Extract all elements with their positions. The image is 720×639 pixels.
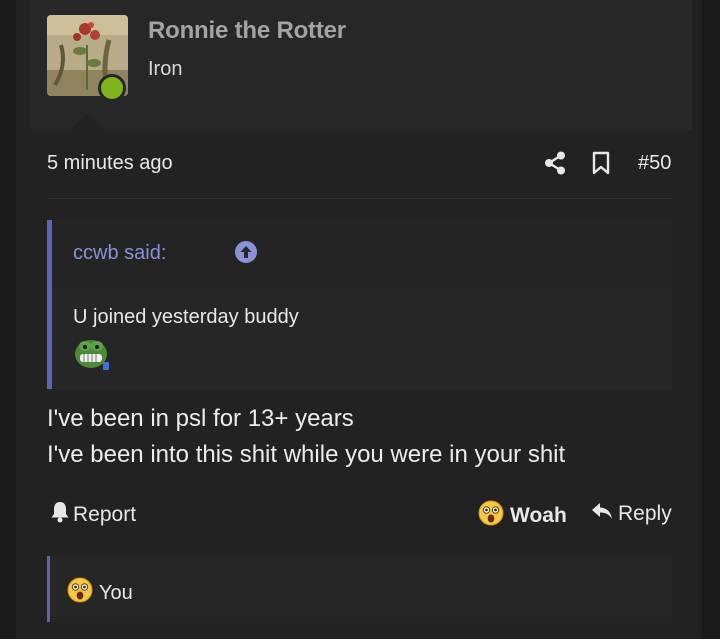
- bell-icon: [50, 501, 70, 529]
- online-status-dot: [98, 74, 126, 102]
- reactions-summary: You: [67, 577, 133, 609]
- divider: [47, 198, 672, 199]
- report-button[interactable]: Report: [50, 501, 136, 529]
- username[interactable]: Ronnie the Rotter: [148, 17, 346, 45]
- wow-emoji-icon: [478, 500, 504, 532]
- jump-to-quote-icon[interactable]: [235, 241, 257, 268]
- reactions-summary-label[interactable]: You: [99, 582, 133, 605]
- quote-author[interactable]: ccwb said:: [73, 242, 166, 265]
- header-arrow: [70, 114, 104, 131]
- reaction-label: Woah: [510, 504, 567, 527]
- quote-block: ccwb said: U joined yesterday buddy: [47, 220, 672, 389]
- reply-icon: [591, 501, 613, 527]
- reply-button[interactable]: Reply: [591, 501, 672, 527]
- pepe-emoji-icon: [73, 336, 109, 375]
- quote-text: U joined yesterday buddy: [73, 306, 299, 328]
- page: Ronnie the Rotter Iron 5 minutes ago #50…: [0, 0, 720, 639]
- reactions-summary-bar[interactable]: You: [47, 556, 672, 622]
- reactions-accent-bar: [47, 556, 50, 622]
- post-timestamp[interactable]: 5 minutes ago: [47, 152, 173, 175]
- reply-label: Reply: [618, 502, 672, 525]
- user-header: [30, 0, 692, 130]
- quote-accent-bar: [47, 220, 52, 389]
- message-line-2: I've been into this shit while you were …: [47, 441, 566, 468]
- report-label: Report: [73, 503, 137, 526]
- wow-emoji-icon: [67, 577, 93, 609]
- message-line-1: I've been in psl for 13+ years: [47, 405, 354, 432]
- reaction-button[interactable]: Woah: [478, 500, 567, 532]
- bookmark-icon[interactable]: [592, 151, 610, 180]
- share-icon[interactable]: [544, 151, 566, 180]
- post-number[interactable]: #50: [638, 152, 671, 175]
- user-title: Iron: [148, 58, 183, 80]
